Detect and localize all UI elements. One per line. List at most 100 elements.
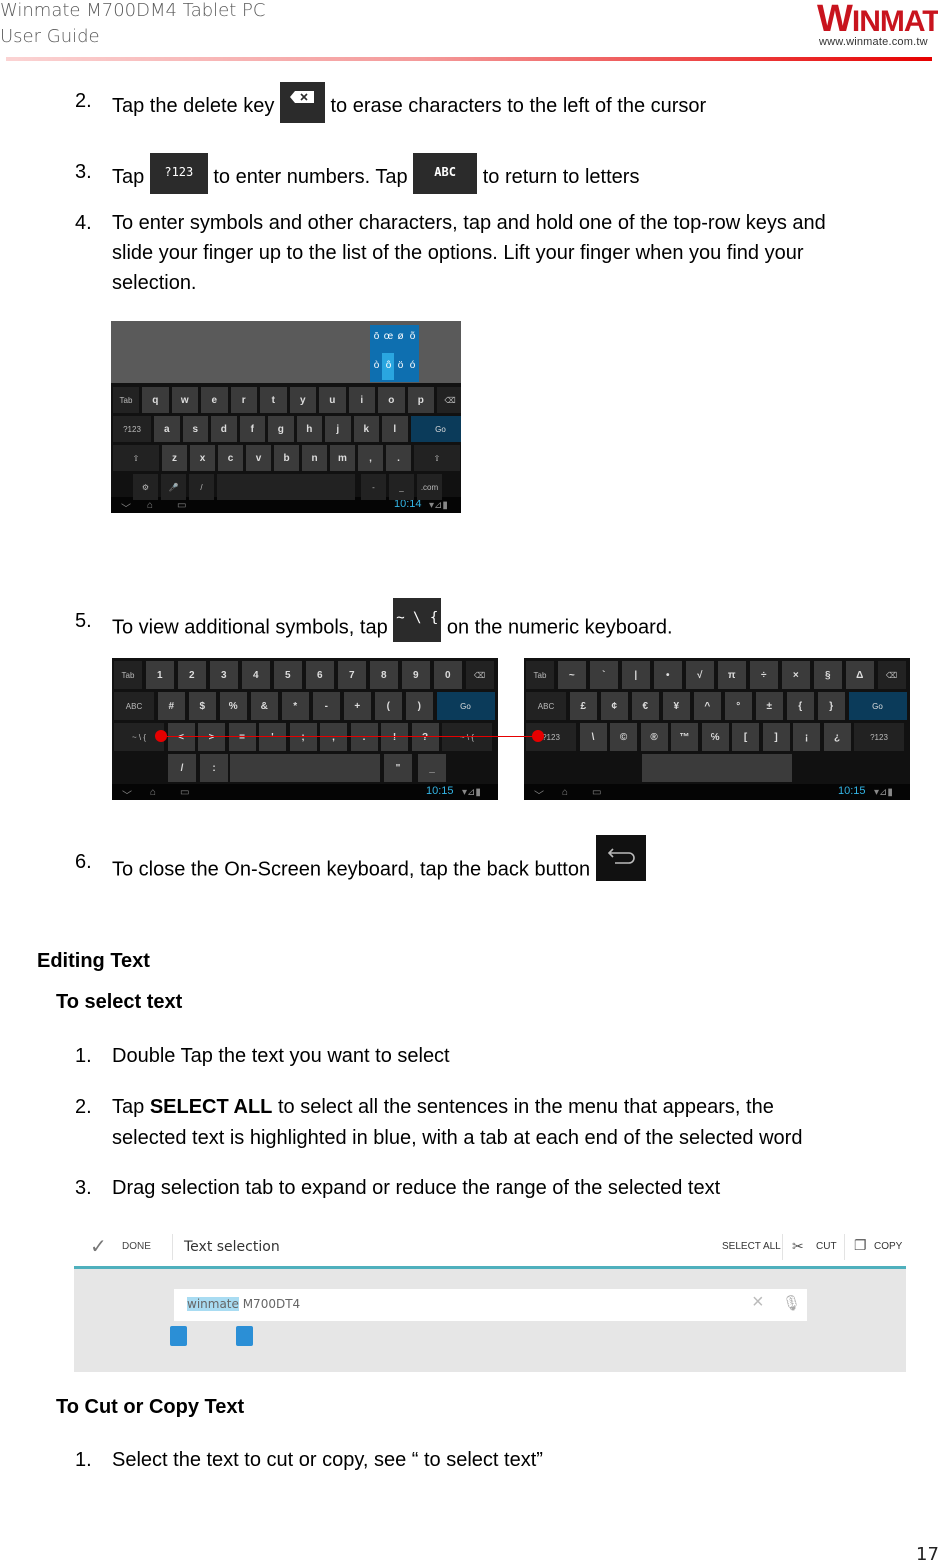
copy-icon[interactable]: ❐ (854, 1237, 867, 1254)
key[interactable]: Δ (845, 661, 874, 689)
key[interactable]: ^ (693, 692, 721, 720)
key[interactable]: ' (259, 723, 286, 751)
key[interactable]: 0 (433, 661, 462, 689)
key[interactable]: _ (389, 474, 414, 500)
copy-button[interactable]: COPY (874, 1241, 902, 1252)
search-field[interactable]: winmate M700DT4 × 🎙 (174, 1289, 807, 1321)
key[interactable]: ℅ (701, 723, 729, 751)
key[interactable]: < (167, 723, 195, 751)
key[interactable]: j (325, 416, 351, 442)
key[interactable]: * (281, 692, 309, 720)
key[interactable]: + (343, 692, 371, 720)
key[interactable]: e (201, 387, 228, 413)
key[interactable]: ?123 (113, 416, 151, 442)
key[interactable]: r (230, 387, 257, 413)
key[interactable]: 7 (337, 661, 366, 689)
key[interactable]: z (162, 445, 187, 471)
key[interactable] (642, 754, 792, 782)
key[interactable]: a (154, 416, 180, 442)
key[interactable]: ⇧ (414, 445, 460, 471)
key[interactable]: .com (417, 474, 442, 500)
key[interactable]: ¡ (793, 723, 820, 751)
key[interactable]: x (190, 445, 215, 471)
key[interactable]: 3 (209, 661, 238, 689)
key[interactable]: c (218, 445, 243, 471)
key[interactable]: 4 (241, 661, 270, 689)
key[interactable] (217, 474, 355, 500)
key[interactable]: 1 (145, 661, 174, 689)
key[interactable]: Go (410, 416, 461, 442)
key[interactable]: k (353, 416, 379, 442)
key[interactable]: \ (579, 723, 607, 751)
microphone-icon[interactable]: 🎙 (782, 1294, 801, 1312)
key[interactable]: i (348, 387, 375, 413)
key[interactable]: # (157, 692, 185, 720)
key[interactable]: ¥ (662, 692, 690, 720)
key[interactable]: ÷ (749, 661, 778, 689)
key[interactable]: " (384, 754, 412, 782)
key[interactable]: o (378, 387, 405, 413)
key[interactable]: _ (418, 754, 446, 782)
accent-option[interactable]: ö (395, 360, 406, 371)
key[interactable]: ⌫ (437, 387, 461, 413)
key[interactable]: ¢ (600, 692, 628, 720)
accent-option[interactable]: õ (407, 331, 418, 342)
key[interactable]: § (813, 661, 842, 689)
key[interactable]: 5 (273, 661, 302, 689)
key[interactable]: = (228, 723, 256, 751)
accent-option[interactable]: œ (383, 331, 394, 342)
key[interactable]: ⌫ (877, 661, 906, 689)
key[interactable]: ™ (671, 723, 698, 751)
key[interactable]: - (312, 692, 340, 720)
key[interactable]: m (330, 445, 355, 471)
key[interactable]: s (182, 416, 208, 442)
key[interactable]: Tab (526, 661, 554, 689)
key[interactable]: ` (589, 661, 618, 689)
key[interactable]: £ (569, 692, 597, 720)
key[interactable]: Tab (113, 387, 139, 413)
key[interactable]: ⚙ (133, 474, 158, 500)
key[interactable]: t (260, 387, 287, 413)
key[interactable]: | (621, 661, 650, 689)
accent-option[interactable]: ō (371, 331, 382, 342)
key[interactable]: ¿ (823, 723, 851, 751)
key[interactable]: Tab (114, 661, 142, 689)
key[interactable]: ! (381, 723, 408, 751)
key[interactable]: w (171, 387, 198, 413)
key[interactable]: ABC (114, 692, 154, 720)
key[interactable]: Go (848, 692, 907, 720)
key[interactable]: ± (755, 692, 783, 720)
key[interactable]: ) (405, 692, 433, 720)
selection-handle-right[interactable] (236, 1326, 253, 1346)
key[interactable]: ⌫ (465, 661, 494, 689)
key[interactable]: ?123 (854, 723, 904, 751)
key[interactable]: ( (374, 692, 402, 720)
key[interactable]: 8 (369, 661, 398, 689)
key[interactable]: ~ \ { (442, 723, 492, 751)
key[interactable]: ; (289, 723, 317, 751)
key[interactable]: , (358, 445, 383, 471)
key[interactable]: ⇧ (113, 445, 159, 471)
key[interactable]: × (781, 661, 810, 689)
key[interactable]: 2 (177, 661, 206, 689)
key[interactable]: % (219, 692, 247, 720)
accent-option[interactable]: ò (371, 360, 382, 371)
key[interactable]: ] (762, 723, 790, 751)
select-all-button[interactable]: SELECT ALL (722, 1241, 781, 1252)
key[interactable]: : (200, 754, 228, 782)
accent-option[interactable]: ó (407, 360, 418, 371)
key[interactable]: n (302, 445, 327, 471)
key[interactable]: € (631, 692, 659, 720)
key[interactable]: ? (411, 723, 439, 751)
key[interactable]: y (289, 387, 316, 413)
key[interactable]: . (350, 723, 378, 751)
key[interactable]: . (386, 445, 411, 471)
key[interactable]: q (142, 387, 169, 413)
key[interactable]: π (717, 661, 746, 689)
accent-option[interactable]: ø (395, 331, 406, 342)
key[interactable]: f (239, 416, 265, 442)
key[interactable]: 9 (401, 661, 430, 689)
clear-icon[interactable]: × (752, 1291, 764, 1314)
key[interactable]: 6 (305, 661, 334, 689)
key[interactable]: u (319, 387, 346, 413)
